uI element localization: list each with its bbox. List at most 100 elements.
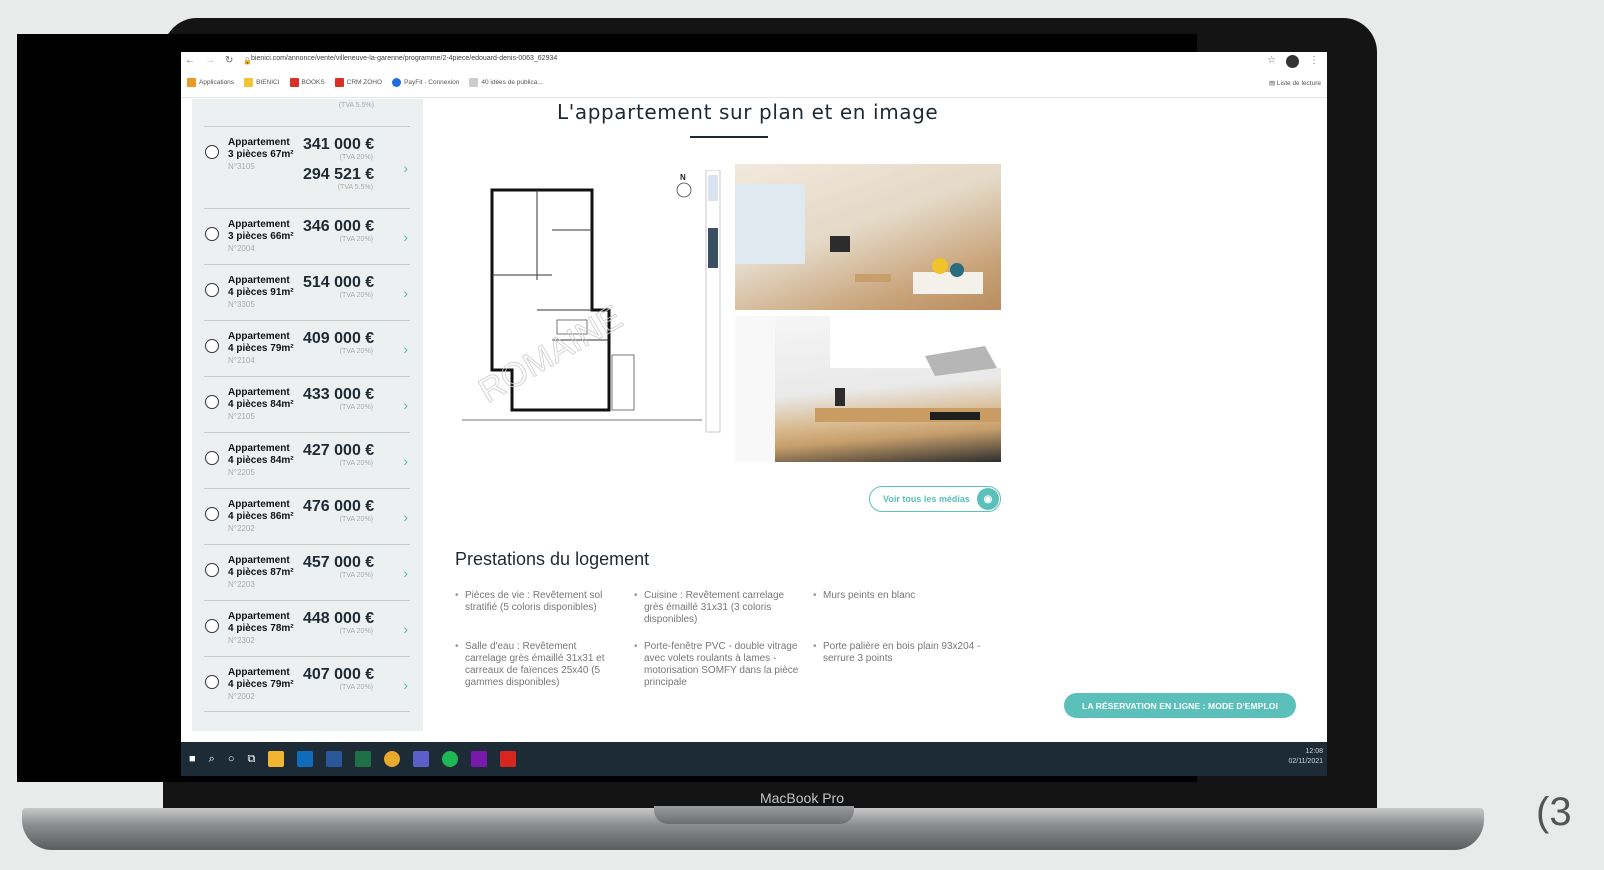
chrome-icon[interactable] xyxy=(384,751,401,767)
listing-price: 409 000 € xyxy=(303,330,375,347)
listing-type: Appartement 4 pièces 87m² xyxy=(228,555,294,578)
listing-price: 427 000 € xyxy=(303,442,375,459)
spotify-icon[interactable] xyxy=(442,751,459,767)
listing-type: Appartement 4 pièces 91m² xyxy=(228,275,294,298)
list-item[interactable]: Appartement 4 pièces 79m² N°2104 409 000 … xyxy=(204,320,410,376)
radio-button[interactable] xyxy=(205,507,219,521)
list-item[interactable]: Appartement 4 pièces 79m² N°2002 407 000 … xyxy=(204,656,410,712)
radio-button[interactable] xyxy=(205,145,219,159)
task-view-icon[interactable]: ⧉ xyxy=(247,753,255,766)
radio-button[interactable] xyxy=(205,339,219,353)
excel-icon[interactable] xyxy=(355,751,372,767)
prestation-item: Porte-fenêtre PVC - double vitrage avec … xyxy=(634,641,804,689)
chevron-right-icon: › xyxy=(403,509,408,525)
screen: ← → ↻ 🔒 bienici.com/annonce/vente/villen… xyxy=(181,52,1327,776)
listing-price: 341 000 € xyxy=(303,136,375,153)
bookmark-crm[interactable]: CRM ZOHO xyxy=(334,78,382,87)
listing-type: Appartement 4 pièces 84m² xyxy=(228,443,294,466)
radio-button[interactable] xyxy=(205,619,219,633)
onenote-icon[interactable] xyxy=(471,751,488,767)
list-item[interactable]: Appartement 3 pièces 67m² N°3105 341 000 … xyxy=(204,126,410,208)
tva-label: (TVA 5.5%) xyxy=(337,184,373,191)
tva-label: (TVA 20%) xyxy=(339,404,373,411)
bookmark-bienici[interactable]: BIENICI xyxy=(244,78,280,87)
listing-ref: N°2002 xyxy=(228,692,255,701)
camera-icon: ◉ xyxy=(977,488,999,510)
media-button-label: Voir tous les médias xyxy=(883,494,970,504)
bookmarks-bar: Applications BIENICI BOOKS CRM ZOHO PayF… xyxy=(187,78,543,87)
prestations-title: Prestations du logement xyxy=(455,549,650,569)
back-icon[interactable]: ← xyxy=(185,55,195,66)
listing-price: 514 000 € xyxy=(303,274,375,291)
search-icon[interactable]: ⌕ xyxy=(209,753,215,766)
list-item[interactable]: Appartement 3 pièces 66m² N°2004 346 000 … xyxy=(204,208,410,264)
radio-button[interactable] xyxy=(205,395,219,409)
listing-type: Appartement 4 pièces 86m² xyxy=(228,499,294,522)
chevron-right-icon: › xyxy=(403,341,408,357)
system-clock[interactable]: 12:08 02/11/2021 xyxy=(1288,747,1323,767)
listing-ref: N°2104 xyxy=(228,356,255,365)
reading-list[interactable]: ▤ Liste de lecture xyxy=(1269,79,1321,87)
chevron-right-icon: › xyxy=(403,229,408,245)
star-icon[interactable]: ☆ xyxy=(1267,55,1276,68)
windows-start-icon[interactable]: ■ xyxy=(189,753,196,765)
listing-sidebar: (TVA 5.5%) Appartement 3 pièces 67m² N°31… xyxy=(192,99,423,731)
view-all-media-button[interactable]: Voir tous les médias ◉ xyxy=(869,486,1001,512)
list-item[interactable]: Appartement 4 pièces 84m² N°2205 427 000 … xyxy=(204,432,410,488)
payfit-icon xyxy=(392,78,402,87)
folder-icon xyxy=(244,78,254,87)
bookmark-payfit[interactable]: PayFit · Connexion xyxy=(392,78,459,87)
list-item[interactable]: Appartement 4 pièces 84m² N°2105 433 000 … xyxy=(204,376,410,432)
bookmark-ideas[interactable]: 40 idées de publica... xyxy=(469,78,543,87)
list-item[interactable]: Appartement 4 pièces 87m² N°2203 457 000 … xyxy=(204,544,410,600)
cortana-icon[interactable]: ○ xyxy=(228,753,235,765)
outlook-icon[interactable] xyxy=(297,751,314,767)
listing-price: 476 000 € xyxy=(303,498,375,515)
living-room-photo[interactable] xyxy=(735,164,1001,310)
teams-icon[interactable] xyxy=(413,751,430,767)
bookmark-apps[interactable]: Applications xyxy=(187,78,234,87)
laptop-notch xyxy=(654,806,854,824)
reload-icon[interactable]: ↻ xyxy=(225,55,233,66)
listing-price: 457 000 € xyxy=(303,554,375,571)
radio-button[interactable] xyxy=(205,227,219,241)
menu-icon[interactable]: ⋮ xyxy=(1309,55,1319,68)
floor-plan-image[interactable]: ROMAINE N xyxy=(452,169,722,440)
listing-ref: N°3105 xyxy=(228,162,255,171)
tva-label: (TVA 20%) xyxy=(339,572,373,579)
listing-type: Appartement 4 pièces 84m² xyxy=(228,387,294,410)
tva-label: (TVA 20%) xyxy=(339,236,373,243)
radio-button[interactable] xyxy=(205,675,219,689)
chevron-right-icon: › xyxy=(403,621,408,637)
listing-type: Appartement 3 pièces 66m² xyxy=(228,219,294,242)
acrobat-icon[interactable] xyxy=(500,751,517,767)
file-explorer-icon[interactable] xyxy=(268,751,285,767)
browser-actions: ☆ ⋮ xyxy=(1267,55,1319,68)
tva-label: (TVA 20%) xyxy=(339,348,373,355)
kitchen-photo[interactable] xyxy=(735,316,1001,462)
zoho-icon xyxy=(289,78,299,87)
address-bar[interactable]: bienici.com/annonce/vente/villeneuve-la-… xyxy=(251,55,557,62)
radio-button[interactable] xyxy=(205,451,219,465)
word-icon[interactable] xyxy=(326,751,343,767)
nav-buttons: ← → ↻ 🔒 xyxy=(185,55,252,66)
list-item[interactable]: Appartement 4 pièces 86m² N°2202 476 000 … xyxy=(204,488,410,544)
radio-button[interactable] xyxy=(205,283,219,297)
listing-type: Appartement 4 pièces 79m² xyxy=(228,331,294,354)
listing-price: 448 000 € xyxy=(303,610,375,627)
listing-ref: N°3305 xyxy=(228,300,255,309)
online-booking-guide-button[interactable]: LA RÉSERVATION EN LIGNE : MODE D'EMPLOI xyxy=(1064,693,1296,718)
profile-avatar[interactable] xyxy=(1286,55,1299,68)
chevron-right-icon: › xyxy=(403,565,408,581)
reading-list-icon: ▤ xyxy=(1268,80,1277,87)
list-item[interactable]: Appartement 4 pièces 91m² N°3305 514 000 … xyxy=(204,264,410,320)
tva-label: (TVA 20%) xyxy=(339,516,373,523)
radio-button[interactable] xyxy=(205,563,219,577)
zoho-icon xyxy=(334,78,344,87)
svg-text:N: N xyxy=(680,173,686,182)
title-underline xyxy=(690,136,768,138)
chevron-right-icon: › xyxy=(403,397,408,413)
bookmark-books[interactable]: BOOKS xyxy=(289,78,325,87)
forward-icon[interactable]: → xyxy=(205,55,215,66)
list-item[interactable]: Appartement 4 pièces 78m² N°2302 448 000 … xyxy=(204,600,410,656)
